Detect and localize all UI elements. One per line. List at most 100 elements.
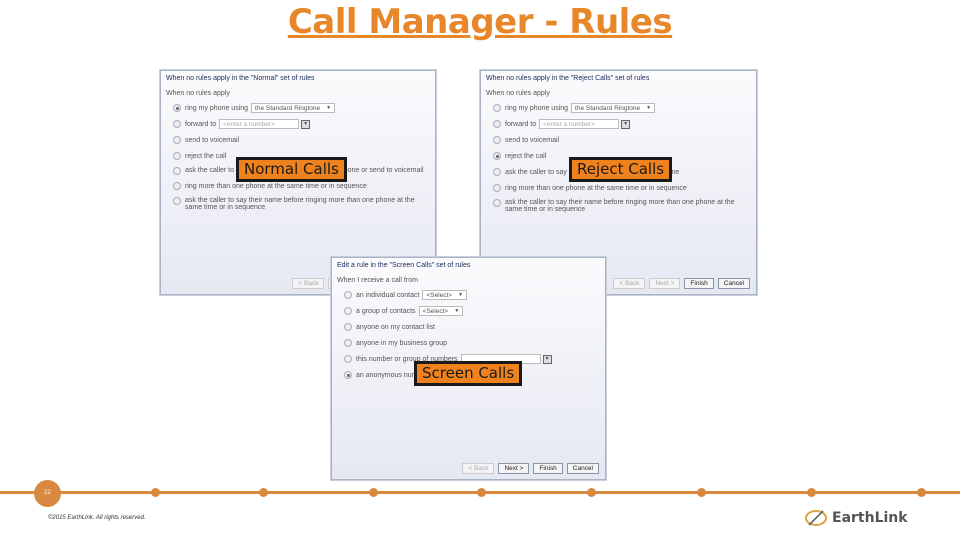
logo-text: EarthLink: [832, 510, 908, 526]
radio-button[interactable]: [493, 199, 501, 207]
radio-button[interactable]: [344, 291, 352, 299]
option-label: reject the call: [185, 152, 227, 160]
timeline-dot: [369, 488, 378, 497]
radio-button[interactable]: [173, 152, 181, 160]
select-value: <Select>: [426, 291, 453, 299]
select-value: the Standard Ringtone: [255, 104, 321, 112]
rule-option[interactable]: send to voicemail: [173, 135, 435, 145]
chevron-down-icon: ▼: [326, 104, 332, 111]
radio-button[interactable]: [493, 120, 501, 128]
option-label: reject the call: [505, 152, 547, 160]
radio-button[interactable]: [493, 168, 501, 176]
copyright: ©2015 EarthLink. All rights reserved.: [48, 515, 146, 521]
rule-option[interactable]: send to voicemail: [493, 135, 756, 145]
timeline-dot: [587, 488, 596, 497]
radio-button[interactable]: [493, 152, 501, 160]
timeline-dot: [917, 488, 926, 497]
rule-option[interactable]: ring more than one phone at the same tim…: [173, 181, 435, 191]
rule-option[interactable]: anyone in my business group: [344, 338, 605, 348]
normal-calls-label: Normal Calls: [236, 157, 347, 182]
option-label: send to voicemail: [185, 136, 240, 144]
chevron-down-icon: ▼: [646, 104, 652, 111]
radio-button[interactable]: [173, 136, 181, 144]
rule-option[interactable]: ask the caller to say their name before …: [173, 197, 433, 211]
chevron-down-icon: ▼: [458, 291, 464, 298]
dialog-subheading: When no rules apply: [486, 90, 550, 97]
dropdown-select[interactable]: the Standard Ringtone ▼: [571, 103, 656, 113]
option-label: ask the caller to say their name before …: [185, 197, 415, 211]
option-label: anyone in my business group: [356, 339, 448, 347]
earthlink-logo: EarthLink: [804, 509, 908, 527]
option-label: ring more than one phone at the same tim…: [505, 184, 687, 192]
radio-button[interactable]: [493, 104, 501, 112]
input-placeholder: <enter a number>: [543, 120, 595, 128]
rule-option[interactable]: forward to <enter a number> ▾: [493, 119, 756, 129]
radio-button[interactable]: [344, 307, 352, 315]
radio-button[interactable]: [173, 104, 181, 112]
option-label: ring my phone using: [505, 104, 569, 112]
slide-title: Call Manager - Rules: [287, 2, 673, 42]
option-label: ring my phone using: [185, 104, 249, 112]
option-label: an individual contact: [356, 291, 420, 299]
radio-button[interactable]: [344, 355, 352, 363]
option-label: anyone on my contact list: [356, 323, 435, 331]
reject-calls-label: Reject Calls: [569, 157, 673, 182]
radio-button[interactable]: [493, 184, 501, 192]
timeline-dot: [807, 488, 816, 497]
radio-button[interactable]: [344, 371, 352, 379]
rule-option[interactable]: a group of contacts <Select> ▼: [344, 306, 605, 316]
screen-calls-label: Screen Calls: [414, 361, 523, 386]
dialog-heading: When no rules apply in the "Reject Calls…: [486, 75, 650, 82]
radio-button[interactable]: [344, 339, 352, 347]
number-input[interactable]: <enter a number>: [219, 119, 300, 129]
rule-option[interactable]: forward to <enter a number> ▾: [173, 119, 435, 129]
back-button[interactable]: < Back: [613, 278, 646, 289]
dropdown-arrow-icon[interactable]: ▾: [301, 119, 311, 129]
rule-option[interactable]: ring more than one phone at the same tim…: [493, 183, 756, 193]
dialog-buttons: < BackNext >FinishCancel: [462, 463, 599, 474]
radio-button[interactable]: [173, 197, 181, 205]
timeline-dot: [259, 488, 268, 497]
option-label: ring more than one phone at the same tim…: [185, 182, 367, 190]
dropdown-select[interactable]: <Select> ▼: [422, 290, 468, 300]
dialog-subheading: When I receive a call from: [337, 277, 418, 284]
earthlink-swoosh-icon: [805, 510, 827, 526]
timeline-dot: [477, 488, 486, 497]
radio-button[interactable]: [493, 136, 501, 144]
rule-option[interactable]: ring my phone using the Standard Ringtone…: [493, 103, 756, 113]
option-label: forward to: [505, 120, 537, 128]
number-input[interactable]: <enter a number>: [539, 119, 620, 129]
dropdown-arrow-icon[interactable]: ▾: [621, 119, 631, 129]
chevron-down-icon: ▼: [454, 307, 460, 314]
timeline-dot: [697, 488, 706, 497]
option-label: send to voicemail: [505, 136, 560, 144]
cancel-button[interactable]: Cancel: [717, 278, 750, 289]
cancel-button[interactable]: Cancel: [566, 463, 599, 474]
next-button[interactable]: Next >: [498, 463, 530, 474]
option-label: forward to: [185, 120, 217, 128]
select-value: <Select>: [422, 307, 449, 315]
finish-button[interactable]: Finish: [533, 463, 563, 474]
finish-button[interactable]: Finish: [684, 278, 714, 289]
radio-button[interactable]: [173, 182, 181, 190]
dropdown-select[interactable]: <Select> ▼: [418, 306, 464, 316]
timeline-dot: [151, 488, 160, 497]
rule-option[interactable]: anyone on my contact list: [344, 322, 605, 332]
dropdown-arrow-icon[interactable]: ▾: [542, 354, 552, 364]
radio-button[interactable]: [173, 167, 181, 175]
input-placeholder: <enter a number>: [223, 120, 275, 128]
rule-option[interactable]: ask the caller to say their name before …: [493, 199, 753, 213]
rule-option[interactable]: an individual contact <Select> ▼: [344, 290, 605, 300]
back-button[interactable]: < Back: [292, 278, 325, 289]
dropdown-select[interactable]: the Standard Ringtone ▼: [251, 103, 336, 113]
next-button[interactable]: Next >: [649, 278, 681, 289]
option-label: a group of contacts: [356, 307, 416, 315]
rule-option[interactable]: ring my phone using the Standard Ringtone…: [173, 103, 435, 113]
option-label: ask the caller to say their name before …: [505, 199, 735, 213]
radio-button[interactable]: [344, 323, 352, 331]
dialog-buttons: < BackNext >FinishCancel: [613, 278, 750, 289]
select-value: the Standard Ringtone: [575, 104, 641, 112]
back-button[interactable]: < Back: [462, 463, 495, 474]
radio-button[interactable]: [173, 120, 181, 128]
page-number: 22: [34, 480, 61, 507]
